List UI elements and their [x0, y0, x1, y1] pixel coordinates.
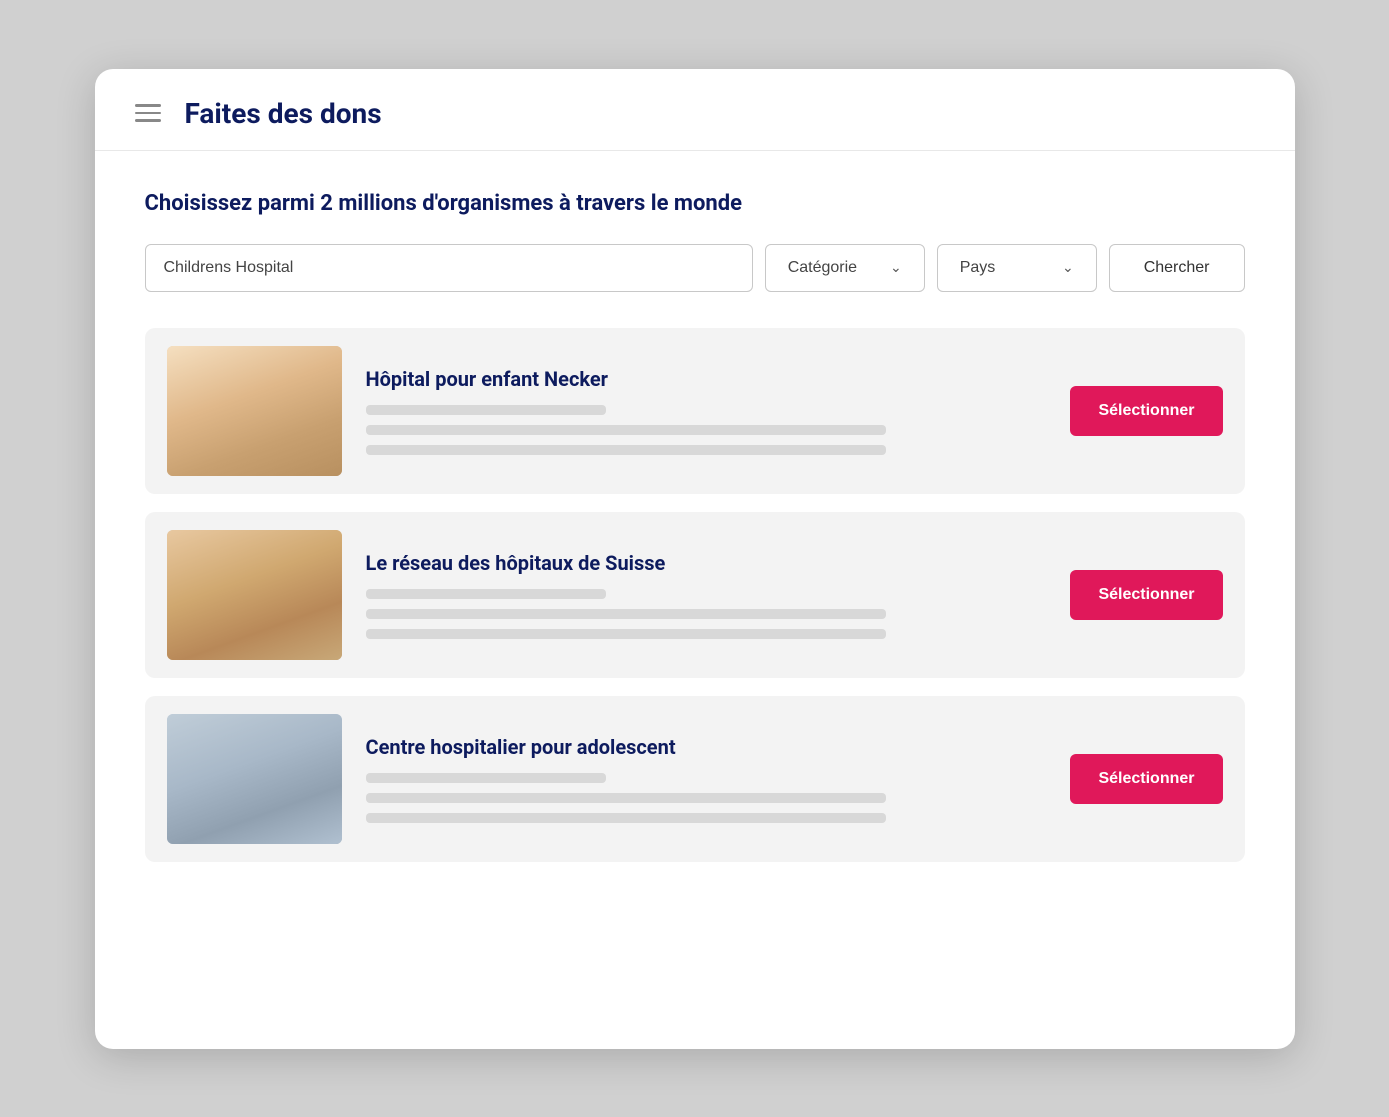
placeholder-line: [366, 793, 886, 803]
page-subtitle: Choisissez parmi 2 millions d'organismes…: [145, 191, 1245, 216]
page-title: Faites des dons: [185, 97, 382, 130]
card-action: Sélectionner: [1070, 386, 1222, 436]
category-select-wrapper: Catégorie ⌄: [765, 244, 925, 292]
card-body: Hôpital pour enfant Necker: [366, 367, 1047, 455]
card-body: Centre hospitalier pour adolescent: [366, 735, 1047, 823]
placeholder-line: [366, 813, 886, 823]
card-image: [167, 530, 342, 660]
chevron-down-icon: ⌄: [1062, 259, 1074, 276]
placeholder-line: [366, 629, 886, 639]
card-action: Sélectionner: [1070, 570, 1222, 620]
placeholder-line: [366, 405, 606, 415]
select-button[interactable]: Sélectionner: [1070, 754, 1222, 804]
card-title: Hôpital pour enfant Necker: [366, 367, 1047, 391]
hamburger-menu-icon[interactable]: [135, 104, 161, 122]
category-select[interactable]: Catégorie ⌄: [765, 244, 925, 292]
main-content: Choisissez parmi 2 millions d'organismes…: [95, 151, 1295, 902]
country-select-wrapper: Pays ⌄: [937, 244, 1097, 292]
placeholder-line: [366, 609, 886, 619]
header: Faites des dons: [95, 69, 1295, 151]
chevron-down-icon: ⌄: [890, 259, 902, 276]
placeholder-line: [366, 773, 606, 783]
select-button[interactable]: Sélectionner: [1070, 386, 1222, 436]
card-image: [167, 346, 342, 476]
app-container: Faites des dons Choisissez parmi 2 milli…: [95, 69, 1295, 1049]
country-select[interactable]: Pays ⌄: [937, 244, 1097, 292]
search-button[interactable]: Chercher: [1109, 244, 1245, 292]
table-row: Le réseau des hôpitaux de Suisse Sélecti…: [145, 512, 1245, 678]
table-row: Centre hospitalier pour adolescent Sélec…: [145, 696, 1245, 862]
results-list: Hôpital pour enfant Necker Sélectionner …: [145, 328, 1245, 862]
card-title: Le réseau des hôpitaux de Suisse: [366, 551, 1047, 575]
placeholder-line: [366, 425, 886, 435]
card-image: [167, 714, 342, 844]
card-title: Centre hospitalier pour adolescent: [366, 735, 1047, 759]
table-row: Hôpital pour enfant Necker Sélectionner: [145, 328, 1245, 494]
search-input[interactable]: [145, 244, 753, 292]
select-button[interactable]: Sélectionner: [1070, 570, 1222, 620]
placeholder-line: [366, 445, 886, 455]
card-action: Sélectionner: [1070, 754, 1222, 804]
placeholder-line: [366, 589, 606, 599]
country-label: Pays: [960, 259, 996, 277]
card-body: Le réseau des hôpitaux de Suisse: [366, 551, 1047, 639]
category-label: Catégorie: [788, 259, 857, 277]
search-bar: Catégorie ⌄ Pays ⌄ Chercher: [145, 244, 1245, 292]
